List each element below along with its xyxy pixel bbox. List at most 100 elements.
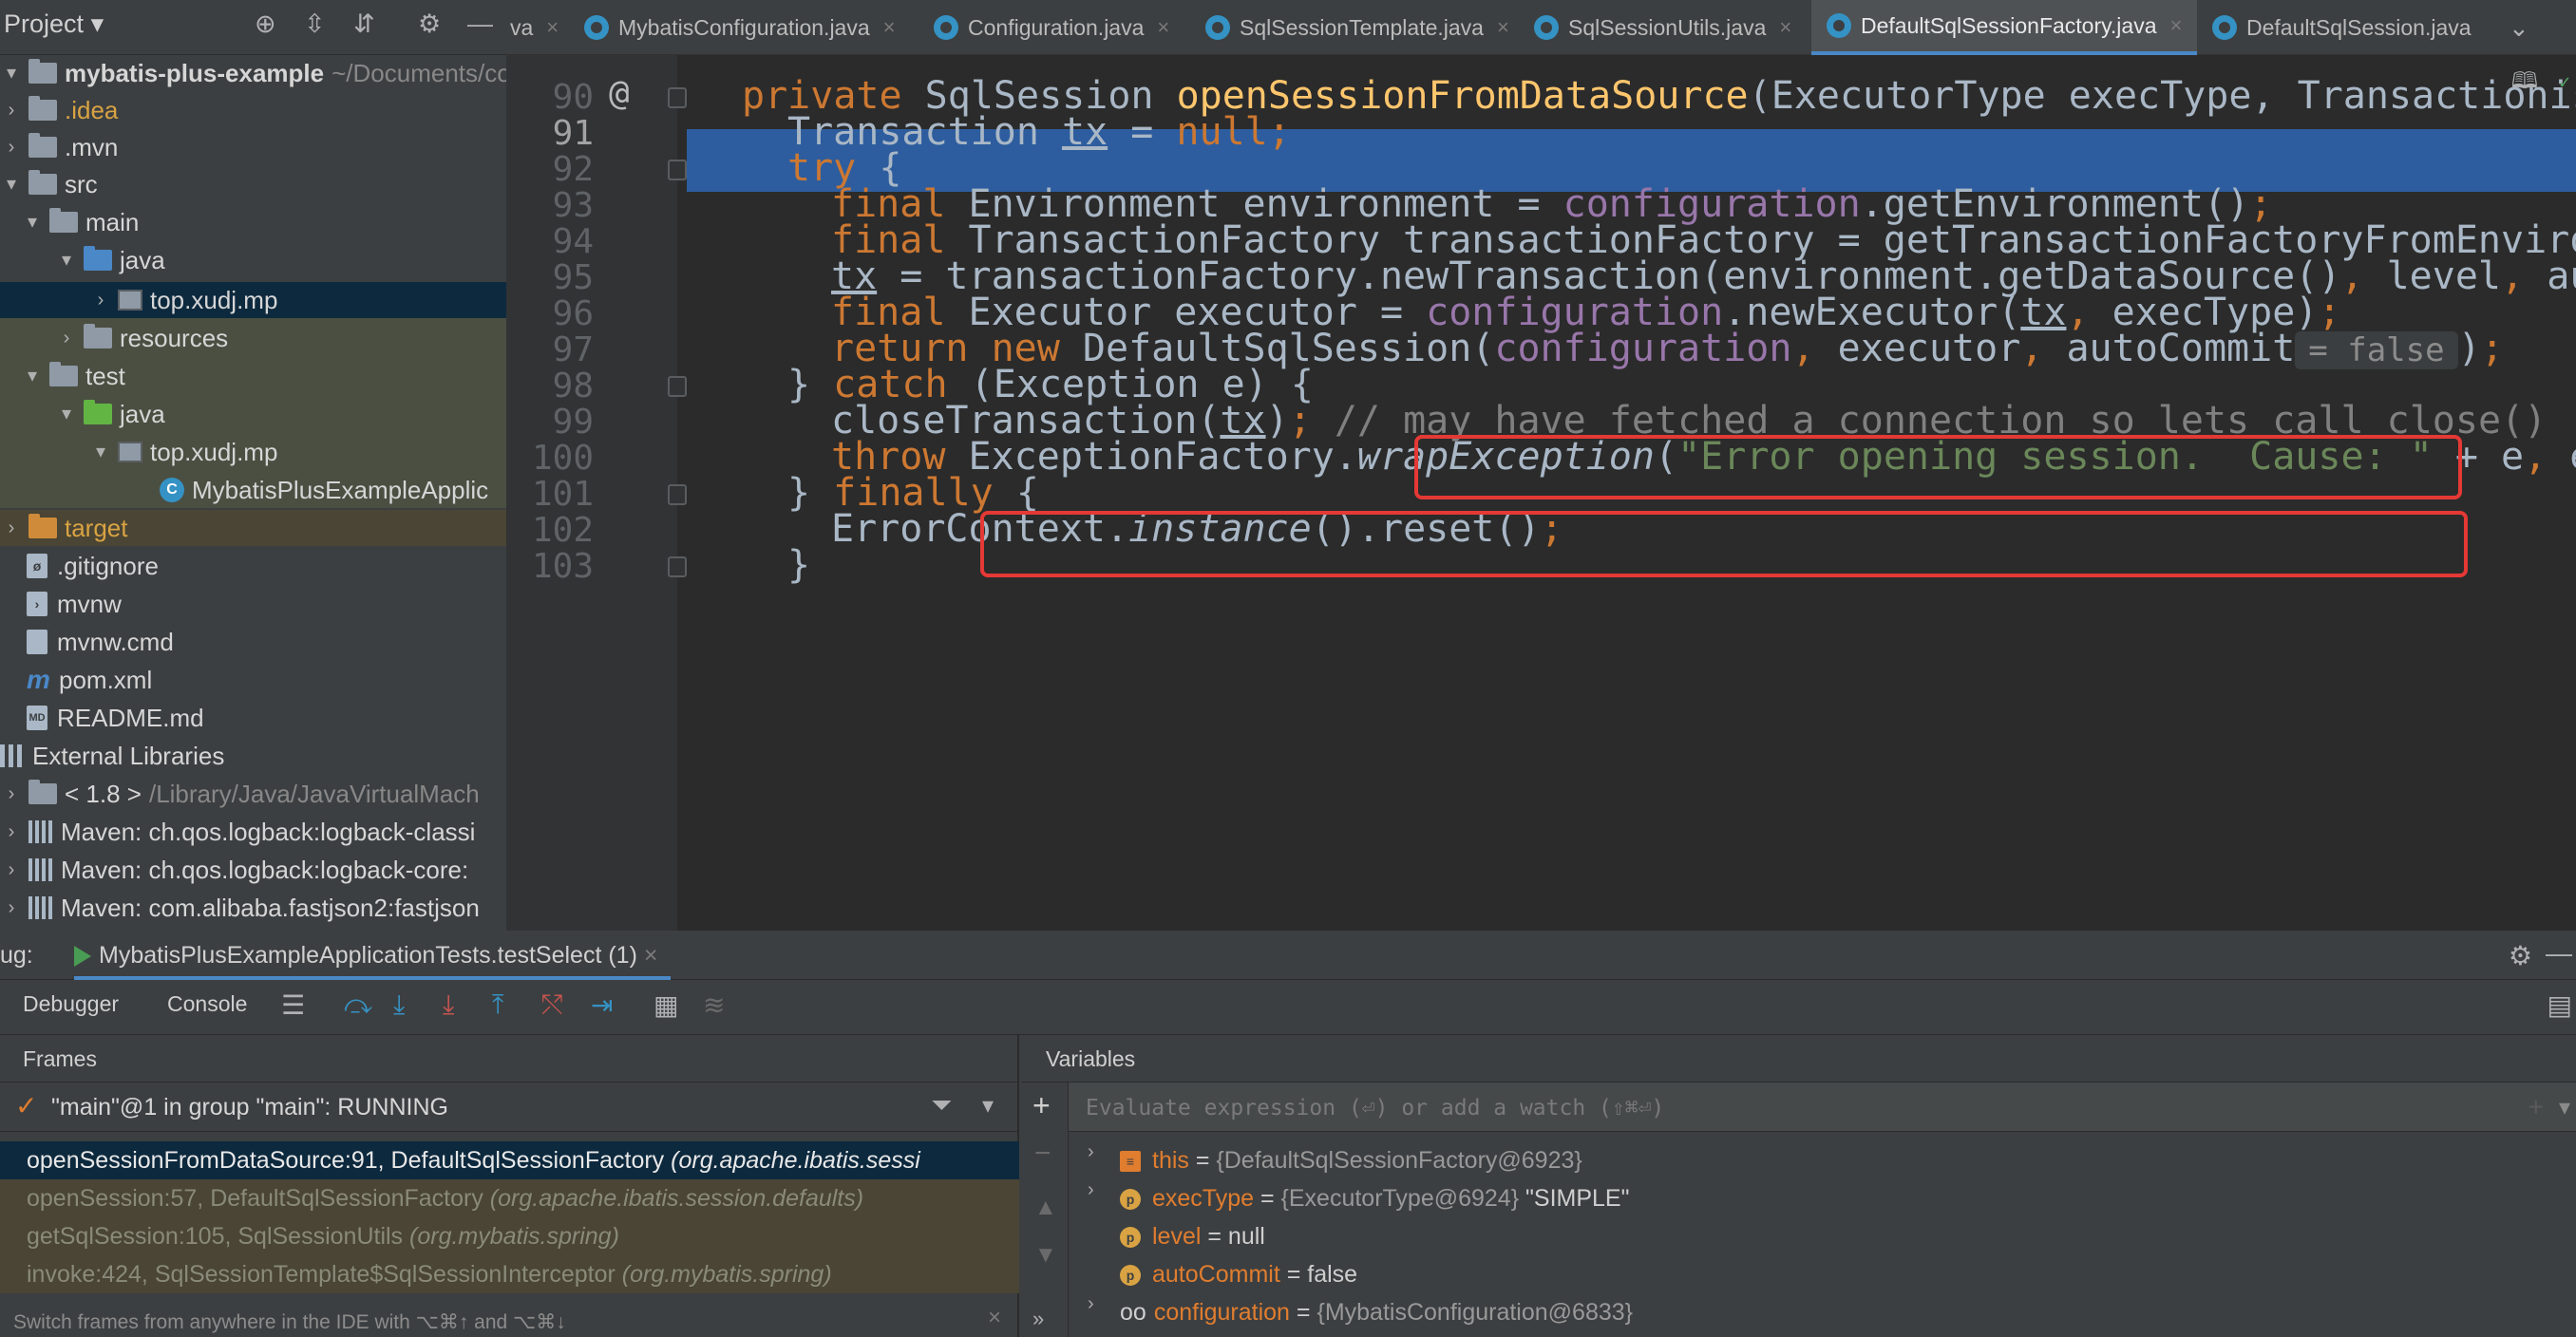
expand-all-icon[interactable]: ⇳	[304, 9, 326, 39]
trace-icon[interactable]: ≋	[703, 989, 725, 1021]
tree-item-test-java[interactable]: ▾ java	[55, 396, 165, 432]
tree-item-test-package[interactable]: ▾ top.xudj.mp	[89, 434, 277, 470]
line-number: 92	[552, 150, 594, 189]
tab-sql-session-utils[interactable]: SqlSessionUtils.java ×	[1534, 0, 1791, 55]
tree-item-main[interactable]: ▾ main	[21, 204, 139, 240]
tree-item-library[interactable]: › Maven: com.alibaba.fastjson2:fastjson	[0, 890, 480, 926]
tree-item-project-root[interactable]: ▾ mybatis-plus-example ~/Documents/co	[0, 55, 506, 91]
collapse-all-icon[interactable]: ⇵	[353, 9, 375, 39]
tree-item-mvn[interactable]: › .mvn	[0, 129, 118, 165]
menu-icon[interactable]: ☰	[281, 989, 305, 1021]
tree-item-idea[interactable]: › .idea	[0, 92, 118, 128]
frame-row[interactable]: invoke:424, SqlSessionTemplate$SqlSessio…	[0, 1255, 1019, 1293]
tree-item-gitignore[interactable]: ø .gitignore	[27, 548, 159, 584]
more-icon[interactable]: »	[1032, 1307, 1044, 1331]
tree-item-external-libraries[interactable]: External Libraries	[0, 738, 224, 774]
remove-watch-icon[interactable]: −	[1034, 1138, 1051, 1170]
close-icon[interactable]: ×	[546, 0, 559, 55]
override-marker-icon[interactable]: @	[609, 74, 630, 113]
frame-row[interactable]: openSessionFromDataSource:91, DefaultSql…	[0, 1141, 1019, 1179]
drop-frame-icon[interactable]: ⤲	[541, 989, 562, 1021]
add-icon[interactable]: +	[2529, 1092, 2544, 1122]
tree-item-test[interactable]: ▾ test	[21, 358, 125, 394]
fold-marker-icon[interactable]	[668, 87, 687, 108]
tree-item-jdk[interactable]: › < 1.8 > /Library/Java/JavaVirtualMach	[0, 776, 480, 812]
close-icon[interactable]: ×	[1157, 0, 1169, 55]
tree-item-src[interactable]: ▾ src	[0, 166, 98, 202]
close-icon[interactable]: ×	[1497, 0, 1509, 55]
tab-partial[interactable]: va ×	[506, 0, 559, 55]
tree-item-library[interactable]: › Maven: ch.qos.logback:logback-core:	[0, 852, 469, 888]
tab-default-sql-session-factory[interactable]: DefaultSqlSessionFactory.java ×	[1811, 0, 2198, 55]
inspection-ok-icon[interactable]: ✓	[2559, 70, 2570, 93]
gear-icon[interactable]: ⚙	[418, 9, 441, 39]
step-over-icon[interactable]: ⤓	[393, 989, 405, 1021]
filter-icon[interactable]: ⏷	[931, 1090, 952, 1121]
variable-value: {ExecutorType@6924}	[1280, 1185, 1520, 1212]
tab-console[interactable]: Console	[167, 991, 247, 1017]
move-down-icon[interactable]: ▼	[1034, 1242, 1057, 1269]
tree-item-target[interactable]: › target	[0, 510, 128, 546]
tree-item-path: ~/Documents/co	[331, 59, 506, 87]
reader-mode-icon[interactable]: 🕮	[2511, 65, 2538, 104]
close-icon[interactable]: ×	[644, 942, 658, 969]
tree-item-resources[interactable]: › resources	[55, 320, 228, 356]
variable-row-exec-type[interactable]: p execType = {ExecutorType@6924} "SIMPLE"	[1120, 1179, 1629, 1217]
tree-item-pom[interactable]: m pom.xml	[27, 662, 152, 698]
tree-item-main-package[interactable]: › top.xudj.mp	[89, 282, 278, 318]
close-icon[interactable]: ×	[988, 1305, 1001, 1331]
tree-item-test-class[interactable]: C MybatisPlusExampleApplic	[160, 472, 488, 508]
chevron-right-icon[interactable]: ›	[1088, 1293, 1094, 1315]
evaluate-expression-input[interactable]: Evaluate expression (⏎) or add a watch (…	[1069, 1083, 2576, 1132]
evaluate-icon[interactable]: ▦	[653, 989, 678, 1021]
close-icon[interactable]: ×	[883, 0, 896, 55]
close-icon[interactable]: ×	[1779, 0, 1791, 55]
tab-configuration[interactable]: Configuration.java ×	[934, 0, 1169, 55]
step-into-icon[interactable]: ⤓	[443, 989, 454, 1021]
chevron-down-icon[interactable]: ▾	[982, 1092, 994, 1120]
layout-icon[interactable]: ▤	[2548, 989, 2572, 1021]
tree-item-library[interactable]: › Maven: ch.qos.logback:logback-classi	[0, 814, 476, 850]
fold-marker-icon[interactable]	[668, 556, 687, 577]
close-icon[interactable]: ×	[2170, 0, 2183, 53]
debug-session-tab[interactable]: MybatisPlusExampleApplicationTests.testS…	[74, 931, 672, 980]
tree-item-mvnw[interactable]: › mvnw	[27, 586, 122, 622]
tree-item-label: .gitignore	[57, 552, 159, 580]
tab-default-sql-session[interactable]: DefaultSqlSession.java	[2212, 0, 2472, 55]
show-execution-point-icon[interactable]: ⤼	[344, 989, 372, 1021]
chevron-down-icon[interactable]: ▾	[2559, 1094, 2570, 1121]
variable-row-configuration[interactable]: oo configuration = {MybatisConfiguration@…	[1120, 1293, 1633, 1331]
add-watch-icon[interactable]: +	[1032, 1088, 1051, 1123]
hide-icon[interactable]: —	[467, 9, 493, 39]
tab-mybatis-configuration[interactable]: MybatisConfiguration.java ×	[584, 0, 896, 55]
frame-method: invoke:424, SqlSessionTemplate$SqlSessio…	[27, 1261, 616, 1288]
tree-item-label: java	[120, 400, 165, 428]
hide-icon[interactable]: —	[2546, 938, 2572, 969]
tab-sql-session-template[interactable]: SqlSessionTemplate.java ×	[1205, 0, 1509, 55]
locate-target-icon[interactable]: ⊕	[255, 9, 276, 39]
tab-debugger[interactable]: Debugger	[23, 991, 119, 1017]
code-editor[interactable]: @ 90 91 92 93 94 95 96 97 98 99 100 101 …	[506, 55, 2576, 931]
thread-selector[interactable]: ✓ "main"@1 in group "main": RUNNING ⏷ ▾	[0, 1083, 1019, 1132]
fold-marker-icon[interactable]	[668, 160, 687, 180]
tree-item-main-java[interactable]: ▾ java	[55, 242, 165, 278]
chevron-right-icon[interactable]: ›	[1088, 1179, 1094, 1201]
variable-row-auto-commit[interactable]: p autoCommit = false	[1120, 1255, 1357, 1293]
chevron-down-icon: ▾	[27, 212, 38, 233]
code-line-103[interactable]: }	[787, 543, 810, 587]
move-up-icon[interactable]: ▲	[1034, 1195, 1057, 1221]
fold-marker-icon[interactable]	[668, 376, 687, 397]
tree-item-mvnw-cmd[interactable]: mvnw.cmd	[27, 624, 174, 660]
run-to-cursor-icon[interactable]: ⇥	[591, 989, 613, 1021]
gear-icon[interactable]: ⚙	[2509, 940, 2532, 971]
frame-row[interactable]: getSqlSession:105, SqlSessionUtils (org.…	[0, 1217, 1019, 1255]
variable-row-this[interactable]: ≡ this = {DefaultSqlSessionFactory@6923}	[1120, 1141, 1582, 1179]
project-view-selector[interactable]: Project ▾	[4, 9, 104, 39]
step-out-icon[interactable]: ⤒	[492, 989, 503, 1021]
tabs-overflow-button[interactable]: ⌄	[2509, 0, 2529, 55]
frame-row[interactable]: openSession:57, DefaultSqlSessionFactory…	[0, 1179, 1019, 1217]
variable-row-level[interactable]: p level = null	[1120, 1217, 1265, 1255]
fold-marker-icon[interactable]	[668, 484, 687, 505]
chevron-right-icon[interactable]: ›	[1088, 1141, 1094, 1163]
tree-item-readme[interactable]: MD README.md	[27, 700, 204, 736]
